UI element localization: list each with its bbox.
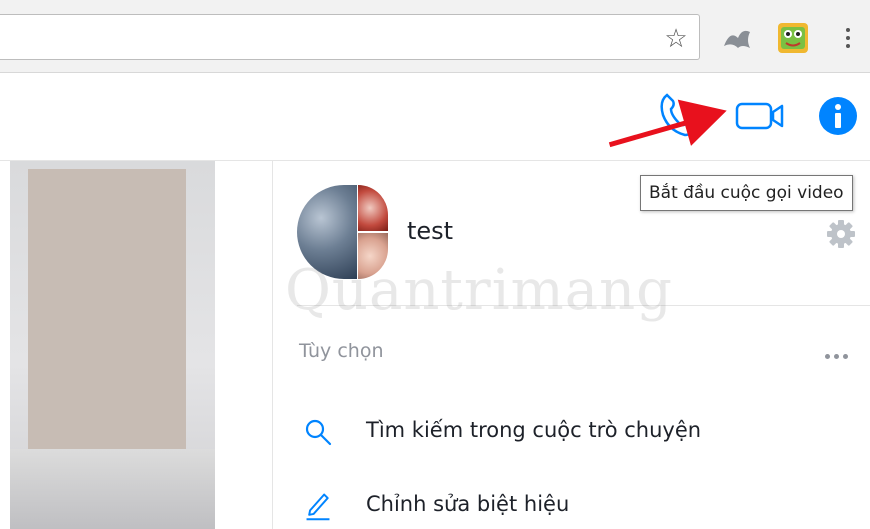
watermark: Quantrimang [285, 258, 674, 323]
edit-nickname-label: Chỉnh sửa biệt hiệu [366, 492, 570, 516]
red-arrow-icon [608, 99, 727, 148]
pencil-icon [306, 493, 330, 521]
background-photo [10, 161, 215, 529]
gear-icon[interactable] [826, 219, 856, 249]
search-in-conversation-item[interactable]: Tìm kiếm trong cuộc trò chuyện [273, 412, 870, 452]
browser-toolbar: ☆ [0, 0, 870, 73]
conversation-name: test [407, 217, 454, 245]
search-icon [305, 419, 332, 446]
info-icon[interactable] [818, 96, 858, 136]
conversation-header [0, 73, 870, 161]
options-label: Tùy chọn [299, 340, 384, 362]
search-in-conversation-label: Tìm kiếm trong cuộc trò chuyện [366, 418, 702, 442]
conversation-info-panel: test Tùy chọn Tìm kiếm trong cuộc trò ch… [273, 161, 870, 529]
video-call-icon[interactable] [735, 101, 785, 131]
video-preview [0, 161, 273, 529]
menu-dots-icon[interactable] [838, 24, 858, 54]
extension-icon[interactable] [720, 24, 754, 52]
address-bar[interactable] [0, 14, 700, 60]
video-call-tooltip: Bắt đầu cuộc gọi video [640, 175, 853, 211]
edit-nickname-item[interactable]: Chỉnh sửa biệt hiệu [273, 486, 870, 526]
more-options-icon[interactable] [823, 344, 857, 360]
star-icon[interactable]: ☆ [660, 24, 692, 54]
extension-frog-icon[interactable] [777, 22, 809, 54]
